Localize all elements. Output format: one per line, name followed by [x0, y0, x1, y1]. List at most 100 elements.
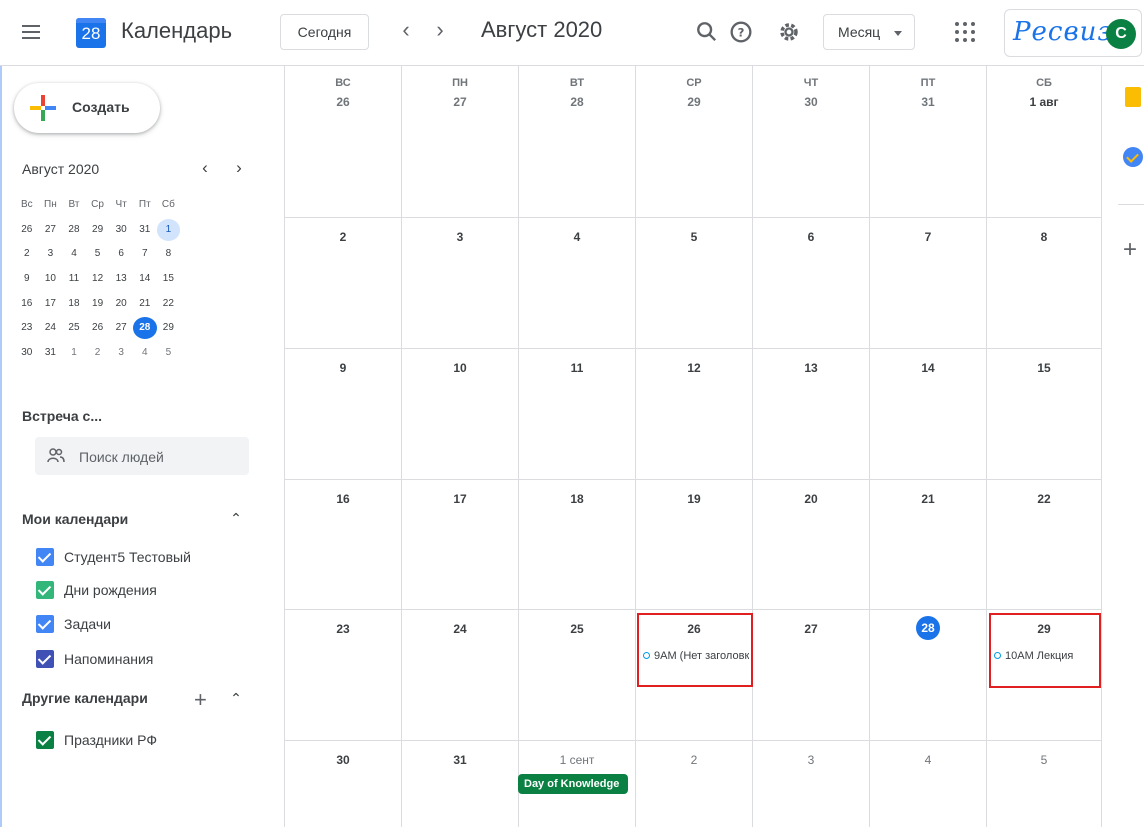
day-cell[interactable]: 28 [870, 610, 987, 740]
my-calendars-title[interactable]: Мои календари [22, 511, 128, 527]
day-number[interactable]: 26 [285, 95, 401, 109]
mini-day[interactable]: 9 [15, 268, 39, 290]
day-cell[interactable]: 15 [987, 349, 1102, 479]
day-number[interactable]: 19 [636, 492, 752, 506]
mini-day[interactable]: 5 [157, 342, 181, 364]
checkbox-icon[interactable] [36, 650, 54, 668]
day-cell[interactable]: 3 [753, 741, 870, 827]
mini-day[interactable]: 10 [39, 268, 63, 290]
mini-day[interactable]: 18 [62, 293, 86, 315]
mini-day[interactable]: 29 [86, 219, 110, 241]
day-number[interactable]: 28 [519, 95, 635, 109]
day-number[interactable]: 13 [753, 361, 869, 375]
mini-day[interactable]: 4 [62, 243, 86, 265]
mini-day[interactable]: 28 [62, 219, 86, 241]
mini-day[interactable]: 22 [157, 293, 181, 315]
day-number[interactable]: 18 [519, 492, 635, 506]
other-calendars-title[interactable]: Другие календари [22, 690, 148, 706]
day-cell[interactable]: ПН 27 [402, 66, 519, 217]
day-cell[interactable]: 20 [753, 480, 870, 609]
next-period-icon[interactable]: › [426, 17, 454, 45]
day-number[interactable]: 27 [402, 95, 518, 109]
mini-day[interactable]: 2 [86, 342, 110, 364]
day-cell[interactable]: ПТ 31 [870, 66, 987, 217]
day-number[interactable]: 21 [870, 492, 986, 506]
day-number[interactable]: 29 [636, 95, 752, 109]
day-number[interactable]: 1 авг [987, 95, 1101, 109]
mini-day[interactable]: 8 [157, 243, 181, 265]
day-cell[interactable]: 8 [987, 218, 1102, 348]
day-cell[interactable]: 2 [636, 741, 753, 827]
day-number[interactable]: 16 [285, 492, 401, 506]
day-cell[interactable]: 12 [636, 349, 753, 479]
mini-day[interactable]: 7 [133, 243, 157, 265]
day-cell[interactable]: СБ 1 авг [987, 66, 1102, 217]
settings-gear-icon[interactable] [775, 18, 803, 46]
mini-day-selected[interactable]: 1 [156, 218, 181, 241]
mini-day[interactable]: 24 [39, 317, 63, 339]
mini-day[interactable]: 29 [157, 317, 181, 339]
checkbox-icon[interactable] [36, 581, 54, 599]
day-cell[interactable]: 5 [987, 741, 1102, 827]
add-addon-icon[interactable]: + [1123, 238, 1137, 262]
day-cell[interactable]: 23 [285, 610, 402, 740]
mini-day[interactable]: 17 [39, 293, 63, 315]
day-number[interactable]: 17 [402, 492, 518, 506]
prev-period-icon[interactable]: ‹ [392, 17, 420, 45]
day-number[interactable]: 5 [987, 753, 1101, 767]
day-cell[interactable]: 27 [753, 610, 870, 740]
checkbox-icon[interactable] [36, 731, 54, 749]
mini-day[interactable]: 26 [86, 317, 110, 339]
mini-day[interactable]: 6 [109, 243, 133, 265]
mini-day[interactable]: 14 [133, 268, 157, 290]
mini-day[interactable]: 12 [86, 268, 110, 290]
mini-day[interactable]: 27 [39, 219, 63, 241]
google-apps-icon[interactable] [955, 22, 975, 42]
mini-day[interactable]: 31 [39, 342, 63, 364]
mini-next-icon[interactable]: › [228, 157, 250, 179]
day-number[interactable]: 14 [870, 361, 986, 375]
day-cell[interactable]: 17 [402, 480, 519, 609]
tasks-icon[interactable] [1123, 147, 1143, 167]
day-number[interactable]: 30 [285, 753, 401, 767]
day-number[interactable]: 10 [402, 361, 518, 375]
day-cell[interactable]: 30 [285, 741, 402, 827]
day-number[interactable]: 5 [636, 230, 752, 244]
day-number[interactable]: 2 [636, 753, 752, 767]
day-number[interactable]: 12 [636, 361, 752, 375]
day-cell[interactable]: 25 [519, 610, 636, 740]
day-number[interactable]: 3 [402, 230, 518, 244]
day-cell[interactable]: 19 [636, 480, 753, 609]
day-number[interactable]: 31 [870, 95, 986, 109]
mini-day[interactable]: 11 [62, 268, 86, 290]
mini-day[interactable]: 30 [109, 219, 133, 241]
chevron-up-icon[interactable]: ⌃ [227, 690, 245, 708]
mini-day[interactable]: 3 [109, 342, 133, 364]
main-menu-icon[interactable] [20, 22, 42, 42]
day-cell[interactable]: 9 [285, 349, 402, 479]
day-number[interactable]: 4 [870, 753, 986, 767]
mini-day[interactable]: 26 [15, 219, 39, 241]
day-number[interactable]: 3 [753, 753, 869, 767]
mini-prev-icon[interactable]: ‹ [194, 157, 216, 179]
view-selector-dropdown[interactable]: Месяц [823, 14, 915, 50]
day-number[interactable]: 31 [402, 753, 518, 767]
day-number[interactable]: 7 [870, 230, 986, 244]
mini-day[interactable]: 15 [157, 268, 181, 290]
checkbox-icon[interactable] [36, 548, 54, 566]
chevron-up-icon[interactable]: ⌃ [227, 510, 245, 528]
add-calendar-icon[interactable]: + [194, 689, 207, 711]
mini-day[interactable]: 1 [62, 342, 86, 364]
day-number[interactable]: 15 [987, 361, 1101, 375]
day-cell[interactable]: 10 [402, 349, 519, 479]
mini-day[interactable]: 2 [15, 243, 39, 265]
mini-day[interactable]: 25 [62, 317, 86, 339]
day-number[interactable]: 9 [285, 361, 401, 375]
day-number[interactable]: 30 [753, 95, 869, 109]
day-number[interactable]: 23 [285, 622, 401, 636]
day-cell[interactable]: 5 [636, 218, 753, 348]
day-cell[interactable]: 7 [870, 218, 987, 348]
day-cell[interactable]: 16 [285, 480, 402, 609]
help-icon[interactable]: ? [727, 18, 755, 46]
day-cell[interactable]: СР 29 [636, 66, 753, 217]
